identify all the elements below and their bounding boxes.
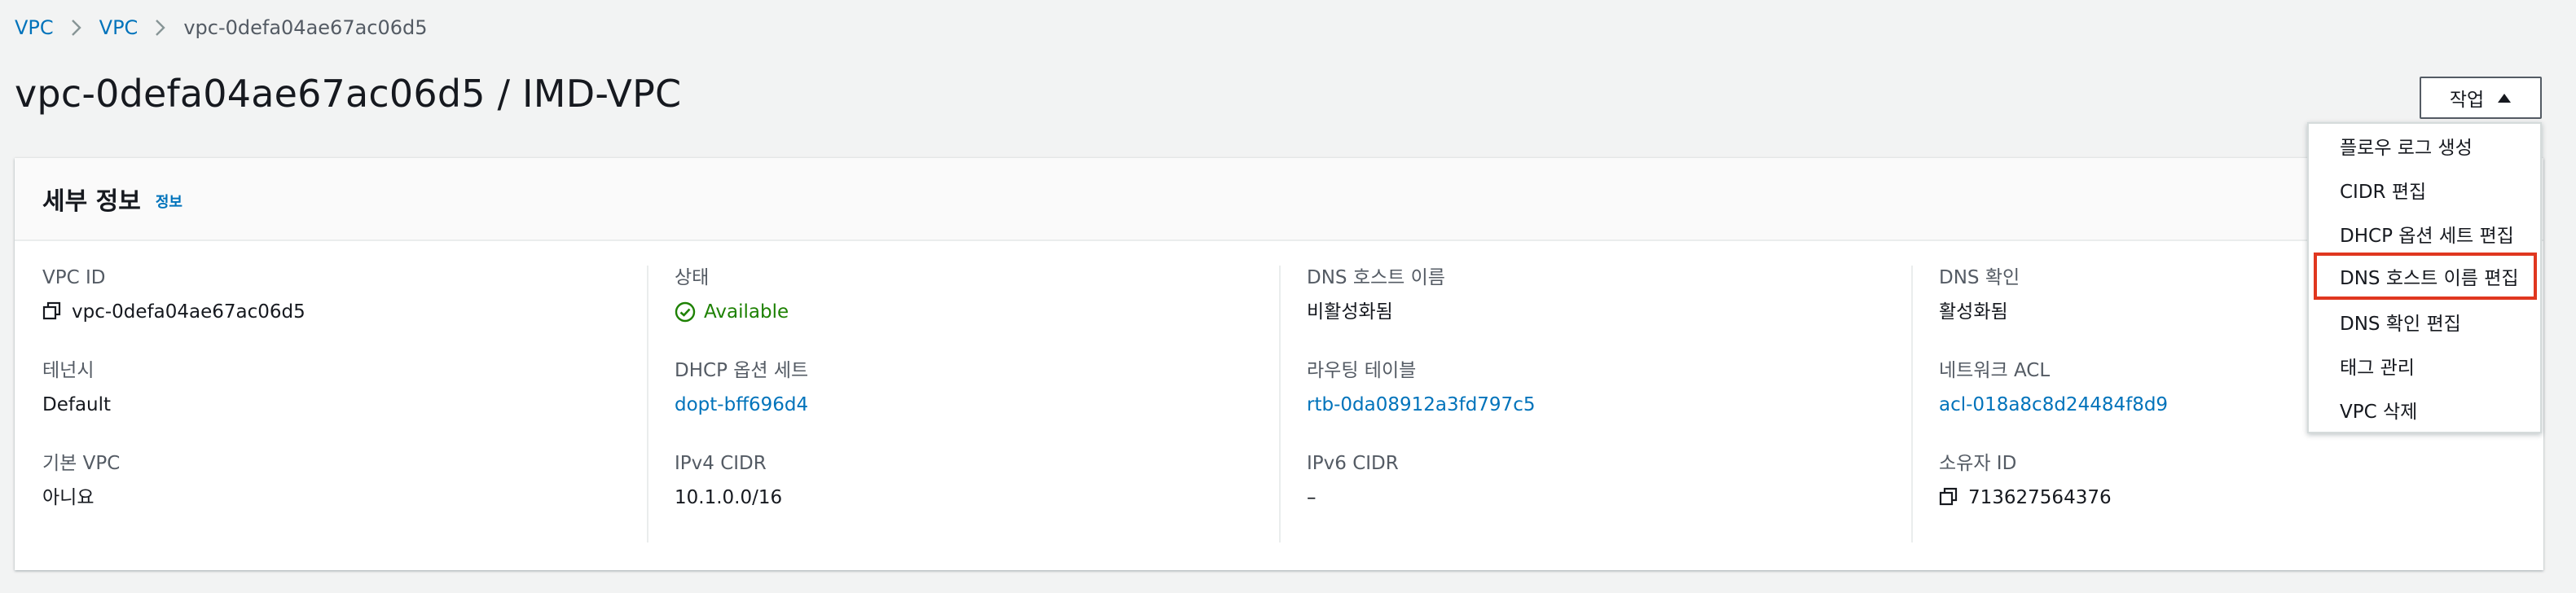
field-tenancy: 테넌시 Default xyxy=(42,358,111,417)
dns-hostnames-value: 비활성화됨 xyxy=(1307,301,1393,323)
menu-item-edit-dns-hostnames[interactable]: DNS 호스트 이름 편집 xyxy=(2314,253,2537,300)
state-value: Available xyxy=(704,301,789,323)
field-vpc-id: VPC ID vpc-0defa04ae67ac06d5 xyxy=(42,266,306,324)
dhcp-options-link[interactable]: dopt-bff696d4 xyxy=(675,393,808,417)
field-label: 기본 VPC xyxy=(42,453,121,474)
owner-id-value: 713627564376 xyxy=(1968,487,2112,508)
field-value: 713627564376 xyxy=(1939,485,2112,510)
chevron-right-icon xyxy=(138,13,183,42)
menu-item-edit-dhcp-options[interactable]: DHCP 옵션 세트 편집 xyxy=(2310,212,2539,256)
field-label: 라우팅 테이블 xyxy=(1307,360,1417,381)
page-title: vpc-0defa04ae67ac06d5 / IMD-VPC xyxy=(15,72,682,116)
details-column-2: 상태 Available DHCP 옵션 세트 dopt-bff696d4 IP… xyxy=(675,266,1277,542)
field-dns-hostnames: DNS 호스트 이름 비활성화됨 xyxy=(1307,266,1445,324)
menu-item-edit-cidr[interactable]: CIDR 편집 xyxy=(2310,168,2539,212)
details-column-1: VPC ID vpc-0defa04ae67ac06d5 테넌시 Default… xyxy=(42,266,645,542)
field-default-vpc: 기본 VPC 아니요 xyxy=(42,451,120,510)
actions-dropdown-menu: 플로우 로그 생성 CIDR 편집 DHCP 옵션 세트 편집 DNS 호스트 … xyxy=(2307,122,2542,433)
menu-item-edit-dns-resolution[interactable]: DNS 확인 편집 xyxy=(2310,300,2539,344)
field-label: IPv6 CIDR xyxy=(1307,453,1399,474)
column-divider xyxy=(647,266,648,542)
vpc-id-value: vpc-0defa04ae67ac06d5 xyxy=(72,301,306,323)
route-table-link[interactable]: rtb-0da08912a3fd797c5 xyxy=(1307,393,1535,417)
field-label: DHCP 옵션 세트 xyxy=(675,360,809,381)
field-dns-resolution: DNS 확인 활성화됨 xyxy=(1939,266,2020,324)
check-circle-icon xyxy=(675,301,696,323)
field-state: 상태 Available xyxy=(675,266,789,324)
ipv6-cidr-value: – xyxy=(1307,487,1317,508)
default-vpc-value: 아니요 xyxy=(42,487,95,508)
field-value: Available xyxy=(675,300,789,324)
field-network-acl: 네트워크 ACL acl-018a8c8d24484f8d9 xyxy=(1939,358,2168,417)
copy-icon[interactable] xyxy=(1939,487,1960,508)
field-ipv6-cidr: IPv6 CIDR – xyxy=(1307,451,1399,510)
field-route-table: 라우팅 테이블 rtb-0da08912a3fd797c5 xyxy=(1307,358,1535,417)
chevron-right-icon xyxy=(54,13,99,42)
field-label: DNS 확인 xyxy=(1939,267,2020,288)
menu-item-create-flow-log[interactable]: 플로우 로그 생성 xyxy=(2310,124,2539,168)
info-link[interactable]: 정보 xyxy=(156,191,182,212)
breadcrumb-link-vpc-list[interactable]: VPC xyxy=(99,16,138,39)
ipv4-cidr-value: 10.1.0.0/16 xyxy=(675,487,783,508)
field-dhcp-options: DHCP 옵션 세트 dopt-bff696d4 xyxy=(675,358,808,417)
column-divider xyxy=(1279,266,1281,542)
field-label: 소유자 ID xyxy=(1939,453,2017,474)
field-ipv4-cidr: IPv4 CIDR 10.1.0.0/16 xyxy=(675,451,782,510)
field-label: VPC ID xyxy=(42,267,106,288)
copy-icon[interactable] xyxy=(42,301,64,323)
details-column-3: DNS 호스트 이름 비활성화됨 라우팅 테이블 rtb-0da08912a3f… xyxy=(1307,266,1910,542)
field-label: DNS 호스트 이름 xyxy=(1307,267,1445,288)
field-value: vpc-0defa04ae67ac06d5 xyxy=(42,300,306,324)
menu-item-delete-vpc[interactable]: VPC 삭제 xyxy=(2310,388,2539,432)
breadcrumb: VPC VPC vpc-0defa04ae67ac06d5 xyxy=(15,13,428,42)
dns-resolution-value: 활성화됨 xyxy=(1939,301,2008,323)
details-title: 세부 정보 xyxy=(42,187,141,216)
actions-button[interactable]: 작업 xyxy=(2420,77,2542,119)
actions-button-label: 작업 xyxy=(2449,90,2485,111)
network-acl-link[interactable]: acl-018a8c8d24484f8d9 xyxy=(1939,393,2168,417)
field-label: IPv4 CIDR xyxy=(675,453,767,474)
column-divider xyxy=(1911,266,1913,542)
field-label: 테넌시 xyxy=(42,360,95,381)
caret-up-icon xyxy=(2497,87,2512,108)
field-label: 네트워크 ACL xyxy=(1939,360,2051,381)
breadcrumb-current: vpc-0defa04ae67ac06d5 xyxy=(183,16,428,39)
details-header: 세부 정보 정보 xyxy=(15,158,2543,241)
details-grid: VPC ID vpc-0defa04ae67ac06d5 테넌시 Default… xyxy=(15,241,2543,569)
details-panel: 세부 정보 정보 VPC ID vpc-0defa04ae67ac06d5 테넌… xyxy=(15,158,2543,570)
field-label: 상태 xyxy=(675,267,710,288)
tenancy-value: Default xyxy=(42,394,112,415)
field-owner-id: 소유자 ID 713627564376 xyxy=(1939,451,2112,510)
breadcrumb-link-vpc-home[interactable]: VPC xyxy=(15,16,54,39)
menu-item-manage-tags[interactable]: 태그 관리 xyxy=(2310,344,2539,388)
